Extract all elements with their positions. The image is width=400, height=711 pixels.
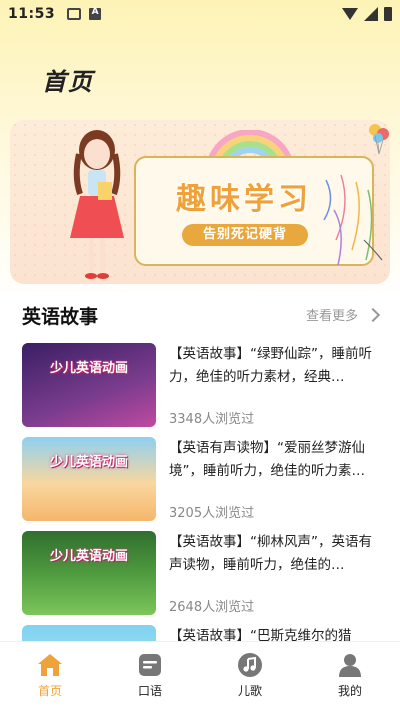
section-title: 英语故事 bbox=[22, 306, 99, 328]
confetti-decoration bbox=[323, 174, 383, 266]
nav-label: 儿歌 bbox=[237, 684, 262, 698]
nav-item-home[interactable]: 首页 bbox=[0, 642, 100, 711]
thumbnail-label: 少儿英语动画 bbox=[49, 455, 128, 470]
list-item-title: 【英语故事】“绿野仙踪”，睡前听力，绝佳的听力素材，经典… bbox=[169, 346, 372, 385]
nav-label: 口语 bbox=[137, 684, 162, 698]
list-item-views: 3205人浏览过 bbox=[169, 506, 255, 521]
music-note-icon bbox=[238, 653, 262, 677]
status-bar: 11:53 A bbox=[0, 0, 400, 28]
girl-illustration bbox=[70, 130, 124, 279]
wifi-icon bbox=[342, 8, 358, 20]
see-more-link[interactable]: 查看更多 bbox=[305, 305, 381, 324]
balloons-icon bbox=[369, 124, 389, 155]
list-item-title: 【英语有声读物】“爱丽丝梦游仙境”，睡前听力，绝佳的听力素… bbox=[169, 440, 365, 479]
nav-item-songs[interactable]: 儿歌 bbox=[200, 642, 300, 711]
user-icon bbox=[339, 654, 361, 677]
nav-label: 我的 bbox=[337, 684, 362, 698]
chevron-right-icon bbox=[365, 307, 381, 322]
banner[interactable]: 趣味学习 告别死记硬背 bbox=[10, 120, 390, 284]
banner-subtitle: 告别死记硬背 bbox=[182, 224, 308, 246]
status-time: 11:53 bbox=[8, 6, 56, 22]
thumbnail-label: 少儿英语动画 bbox=[49, 361, 128, 376]
battery-icon bbox=[384, 7, 392, 21]
app-notification-icon: A bbox=[89, 8, 102, 20]
list-item-thumbnail: 少儿英语动画 bbox=[22, 437, 156, 521]
list-item[interactable]: 少儿英语动画 【英语故事】“绿野仙踪”，睡前听力，绝佳的听力素材，经典… 334… bbox=[22, 343, 382, 437]
list-item[interactable]: 少儿英语动画 【英语有声读物】“爱丽丝梦游仙境”，睡前听力，绝佳的听力素… 32… bbox=[22, 437, 382, 531]
banner-title: 趣味学习 bbox=[176, 182, 312, 217]
list-item[interactable]: 少儿英语动画 【英语故事】“柳林风声”，英语有声读物，睡前听力，绝佳的… 264… bbox=[22, 531, 382, 625]
speech-icon bbox=[139, 654, 161, 676]
thumbnail-label: 少儿英语动画 bbox=[49, 549, 128, 564]
bottom-nav: 首页 口语 儿歌 我的 bbox=[0, 641, 400, 711]
nav-item-profile[interactable]: 我的 bbox=[300, 642, 400, 711]
page-title: 首页 bbox=[42, 68, 94, 96]
image-notification-icon bbox=[67, 8, 82, 20]
see-more-label: 查看更多 bbox=[305, 309, 358, 324]
signal-icon bbox=[364, 7, 378, 21]
home-icon bbox=[38, 654, 62, 676]
list-item-thumbnail: 少儿英语动画 bbox=[22, 531, 156, 615]
list-item-title: 【英语故事】“柳林风声”，英语有声读物，睡前听力，绝佳的… bbox=[169, 534, 372, 573]
nav-item-speaking[interactable]: 口语 bbox=[100, 642, 200, 711]
nav-label: 首页 bbox=[37, 684, 62, 698]
list-item-thumbnail: 少儿英语动画 bbox=[22, 343, 156, 427]
list-item-views: 2648人浏览过 bbox=[169, 600, 255, 615]
list-item-views: 3348人浏览过 bbox=[169, 412, 255, 427]
